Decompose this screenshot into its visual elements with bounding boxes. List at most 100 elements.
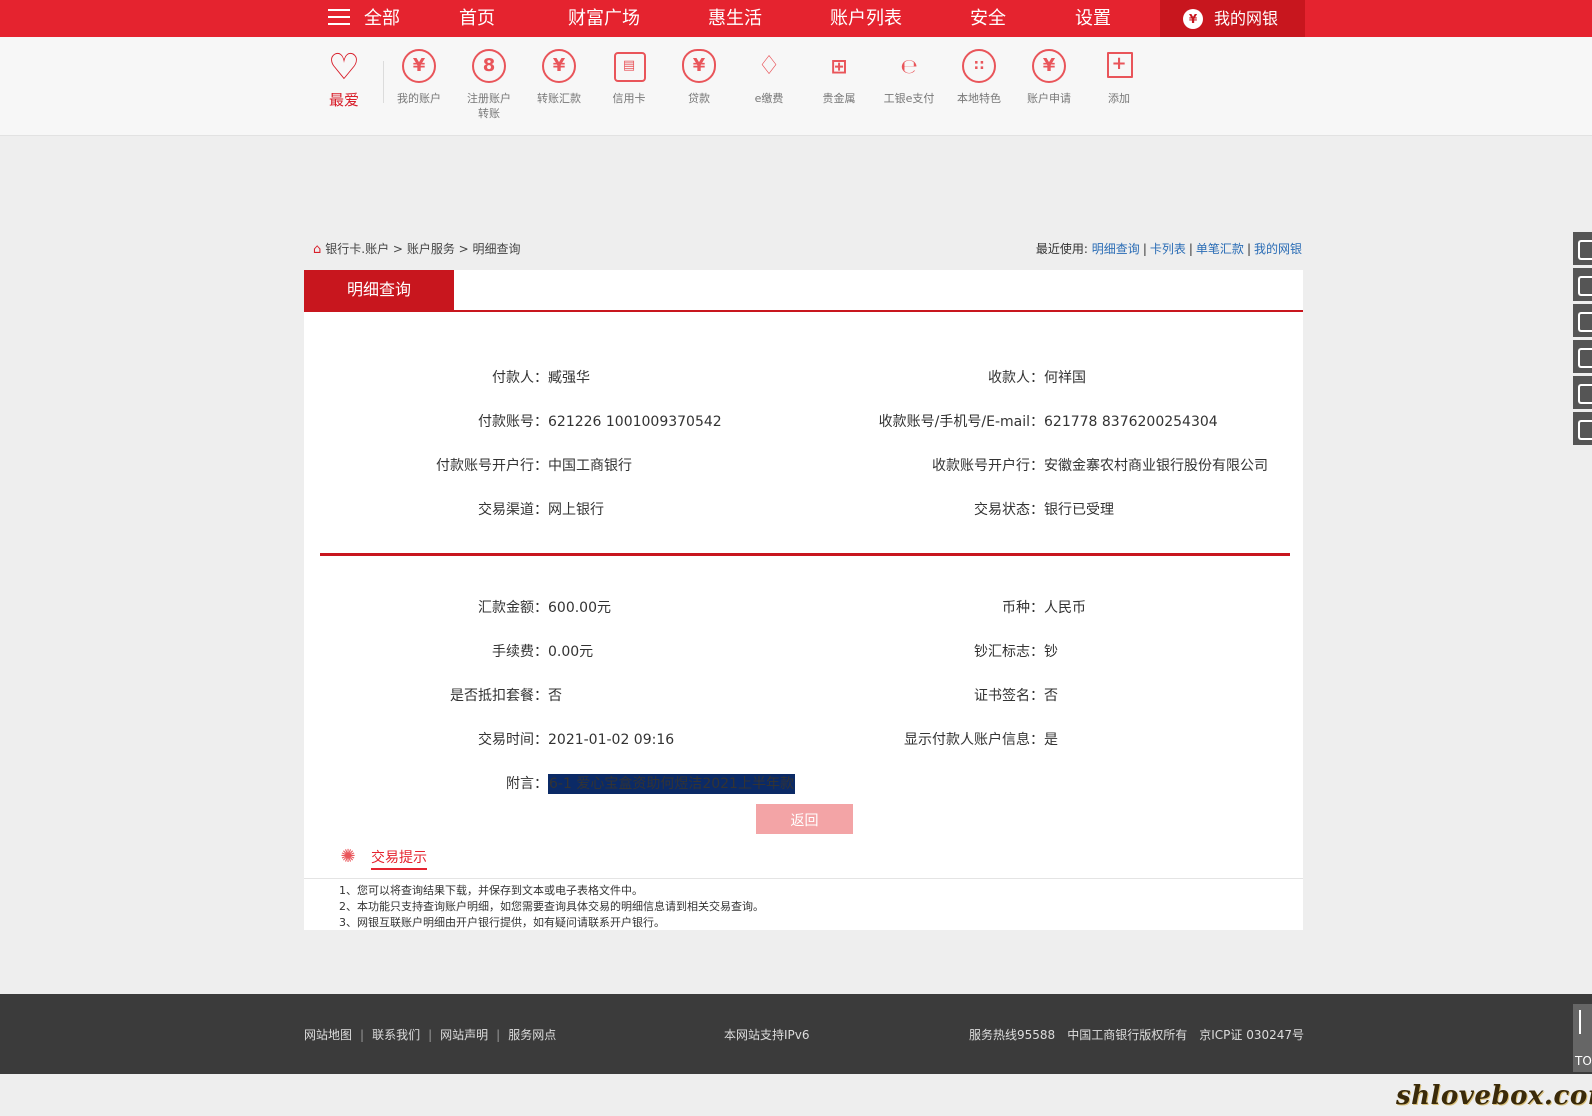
recent-label: 最近使用: [1035,242,1088,256]
nav-home[interactable]: 首页 [459,0,495,37]
detail-panel: 明细查询 付款人： 臧强华 收款人： 何祥国 付款账号： 621226 1001… [304,270,1303,840]
label: 收款人： [988,370,1044,386]
mail-icon [1578,384,1592,404]
footer-icp: 京ICP证 030247号 [1199,1028,1304,1042]
nav-settings[interactable]: 设置 [1075,0,1111,37]
back-button[interactable]: 返回 [756,804,853,834]
nav-wealth[interactable]: 财富广场 [568,0,640,37]
recent-link-detail[interactable]: 明细查询 [1092,242,1140,256]
nav-all-label: 全部 [364,8,400,29]
tool-precious-metal[interactable]: ⊞ 贵金属 [804,49,874,106]
send-icon [1578,276,1592,296]
tip-line: 3、网银互联账户明细由开户银行提供，如有疑问请联系开户银行。 [339,916,665,929]
breadcrumb: ⌂ 银行卡.账户 > 账户服务 > 明细查询 [313,240,521,257]
currency-value: 人民币 [1044,600,1086,616]
field-payee: 收款人： [304,368,1044,388]
tool-add[interactable]: + 添加 [1084,49,1154,106]
tool-my-account[interactable]: ¥ 我的账户 [384,49,454,106]
label: 钞汇标志： [974,644,1044,660]
gift-icon [1578,240,1592,260]
tool-label: e缴费 [754,92,784,105]
tool-label: 贷款 [688,92,710,105]
footer-link-contact[interactable]: 联系我们 [372,1028,420,1042]
label: 币种： [1002,600,1044,616]
tool-loan[interactable]: ¥ 贷款 [664,49,734,106]
favorite-button[interactable]: ♡ 最爱 [322,47,366,110]
calendar-icon [1578,348,1592,368]
tool-local-feature[interactable]: ∷ 本地特色 [944,49,1014,106]
top-nav: 全部 首页 财富广场 惠生活 账户列表 安全 设置 ¥ 我的网银 [0,0,1592,37]
field-payee-bank: 收款账号开户行： [304,456,1044,476]
tip-line: 1、您可以将查询结果下载，并保存到文本或电子表格文件中。 [339,884,643,897]
tool-credit-card[interactable]: ▤ 信用卡 [594,49,664,106]
tool-label: 信用卡 [612,92,646,105]
tool-registered-transfer[interactable]: 8 注册账户转账 [454,49,524,121]
yen-icon: ¥ [402,49,436,83]
field-currency: 币种： [304,598,1044,618]
tab-detail-query[interactable]: 明细查询 [304,270,454,310]
tool-account-apply[interactable]: ¥ 账户申请 [1014,49,1084,106]
nav-my-bank-label: 我的网银 [1214,9,1279,28]
nav-my-bank[interactable]: ¥ 我的网银 [1160,0,1305,37]
breadcrumb-item[interactable]: 账户服务 [407,242,455,256]
nav-life[interactable]: 惠生活 [708,0,762,37]
nav-security[interactable]: 安全 [970,0,1006,37]
nav-account-list[interactable]: 账户列表 [830,0,902,37]
recent-link-single-transfer[interactable]: 单笔汇款 [1196,242,1244,256]
home-icon[interactable]: ⌂ [313,242,321,257]
label: 收款账号开户行： [932,458,1044,474]
back-to-top-button[interactable]: TO [1573,1004,1592,1072]
footer-link-outlets[interactable]: 服务网点 [508,1028,556,1042]
field-status: 交易状态： [304,500,1044,520]
side-tool-calendar[interactable] [1573,340,1592,373]
menu-icon [328,9,350,25]
label: 收款账号/手机号/E-mail： [878,414,1044,430]
field-show-payer: 显示付款人账户信息： [304,730,1044,750]
back-to-top-label: TO [1575,1054,1592,1068]
field-remark: 附言： [304,774,548,794]
tool-e-pay-bills[interactable]: ♢ e缴费 [734,49,804,106]
tool-label: 注册账户转账 [467,92,511,120]
side-tool-mail[interactable] [1573,376,1592,409]
tool-label: 账户申请 [1027,92,1071,105]
nav-all[interactable]: 全部 [328,0,400,37]
heart-icon: ♡ [327,47,361,88]
tool-label: 本地特色 [957,92,1001,105]
service-icon [1578,420,1592,440]
label: 显示付款人账户信息： [904,732,1044,748]
footer-link-statement[interactable]: 网站声明 [440,1028,488,1042]
remark-value: 6-1 爱心宝盒资助何煜洁2021上半年款 [548,774,795,794]
field-cash-flag: 钞汇标志： [304,642,1044,662]
tab-bar: 明细查询 [304,270,1303,312]
camera-icon [1578,312,1592,332]
quick-toolbar: ♡ 最爱 ¥ 我的账户 8 注册账户转账 ¥ 转账汇款 ▤ 信用卡 ¥ 贷款 ♢… [0,37,1592,136]
payee-account-value: 621778 8376200254304 [1044,414,1218,430]
recent-link-card-list[interactable]: 卡列表 [1150,242,1186,256]
footer-link-sitemap[interactable]: 网站地图 [304,1028,352,1042]
tool-label: 贵金属 [822,92,856,105]
label: 证书签名： [974,688,1044,704]
side-tool-service[interactable] [1573,412,1592,445]
payee-value: 何祥国 [1044,370,1086,386]
side-tool-gift[interactable] [1573,232,1592,265]
tool-icbc-epay[interactable]: ℮ 工银e支付 [874,49,944,106]
drop-bolt-icon: ♢ [757,51,781,81]
yen-apply-icon: ¥ [1032,49,1066,83]
tool-label: 工银e支付 [883,92,935,105]
credit-card-icon: ▤ [612,49,646,83]
cash-flag-value: 钞 [1044,644,1058,660]
breadcrumb-item[interactable]: 银行卡.账户 [325,242,389,256]
transaction-tips: ✺ 交易提示 1、您可以将查询结果下载，并保存到文本或电子表格文件中。 2、本功… [304,840,1303,930]
money-bag-icon: ¥ [1183,9,1203,29]
payee-bank-value: 安徽金寨农村商业银行股份有限公司 [1044,458,1268,474]
tool-transfer[interactable]: ¥ 转账汇款 [524,49,594,106]
plus-icon: + [1102,49,1136,83]
tool-label: 添加 [1108,92,1130,105]
footer: 网站地图 | 联系我们 | 网站声明 | 服务网点 本网站支持IPv6 服务热线95588 中… [0,994,1592,1074]
cert-value: 否 [1044,688,1058,704]
tips-divider [304,878,1303,879]
side-tool-camera[interactable] [1573,304,1592,337]
side-tool-send[interactable] [1573,268,1592,301]
section-divider [320,553,1290,556]
recent-link-my-bank[interactable]: 我的网银 [1254,242,1302,256]
